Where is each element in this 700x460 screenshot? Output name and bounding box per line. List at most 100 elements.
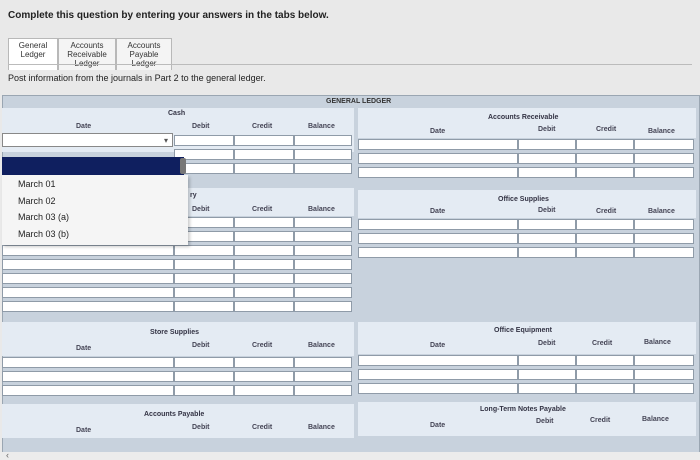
debit-input[interactable] [518,219,576,230]
balance-input[interactable] [634,383,694,394]
debit-input[interactable] [174,273,234,284]
date-input[interactable] [358,167,518,178]
date-input[interactable] [2,259,174,270]
chevron-down-icon[interactable]: ▾ [164,136,168,145]
credit-input[interactable] [234,163,294,174]
balance-input[interactable] [294,273,352,284]
balance-input[interactable] [634,369,694,380]
balance-input[interactable] [634,167,694,178]
col-date: Date [430,128,446,135]
ledger-store-supplies: Store Supplies Date Debit Credit Balance [2,322,354,396]
balance-input[interactable] [294,149,352,160]
balance-input[interactable] [634,219,694,230]
credit-input[interactable] [234,259,294,270]
date-input[interactable] [358,369,518,380]
balance-input[interactable] [294,231,352,242]
debit-input[interactable] [518,233,576,244]
credit-input[interactable] [576,369,634,380]
account-name: Accounts Payable [144,411,205,418]
date-input[interactable] [358,153,518,164]
balance-input[interactable] [294,217,352,228]
balance-input[interactable] [634,355,694,366]
account-name: Cash [168,110,186,117]
date-input[interactable] [358,233,518,244]
credit-input[interactable] [234,301,294,312]
tab-general-ledger[interactable]: General Ledger [8,38,58,70]
date-option-march-03-a[interactable]: March 03 (a) [18,212,69,222]
date-input[interactable] [2,287,174,298]
balance-input[interactable] [634,247,694,258]
debit-input[interactable] [518,139,576,150]
date-input[interactable] [2,301,174,312]
date-option-march-02[interactable]: March 02 [18,196,56,206]
credit-input[interactable] [576,139,634,150]
date-input[interactable] [358,219,518,230]
balance-input[interactable] [634,233,694,244]
debit-input[interactable] [518,167,576,178]
date-input[interactable] [358,247,518,258]
credit-input[interactable] [234,385,294,396]
date-select[interactable]: ▾ [2,133,173,147]
date-option-march-03-b[interactable]: March 03 (b) [18,229,69,239]
date-input[interactable] [2,371,174,382]
balance-input[interactable] [294,301,352,312]
debit-input[interactable] [518,355,576,366]
debit-input[interactable] [174,385,234,396]
credit-input[interactable] [234,217,294,228]
debit-input[interactable] [174,259,234,270]
credit-input[interactable] [234,287,294,298]
debit-input[interactable] [174,301,234,312]
debit-input[interactable] [174,357,234,368]
post-instruction: Post information from the journals in Pa… [8,73,266,83]
credit-input[interactable] [234,357,294,368]
credit-input[interactable] [234,149,294,160]
debit-input[interactable] [518,383,576,394]
date-input[interactable] [358,355,518,366]
debit-input[interactable] [174,245,234,256]
date-input[interactable] [2,245,174,256]
ledger-accounts-payable: Accounts Payable Date Debit Credit Balan… [2,404,354,450]
debit-input[interactable] [518,369,576,380]
debit-input[interactable] [174,371,234,382]
debit-input[interactable] [518,247,576,258]
balance-input[interactable] [294,163,352,174]
credit-input[interactable] [234,371,294,382]
tab-divider [8,64,692,65]
debit-input[interactable] [518,153,576,164]
balance-input[interactable] [634,153,694,164]
debit-input[interactable] [174,287,234,298]
date-input[interactable] [358,383,518,394]
date-input[interactable] [2,273,174,284]
tab-accounts-receivable-ledger[interactable]: Accounts Receivable Ledger [58,38,116,70]
balance-input[interactable] [294,385,352,396]
credit-input[interactable] [234,135,294,146]
balance-input[interactable] [294,245,352,256]
credit-input[interactable] [576,355,634,366]
credit-input[interactable] [576,247,634,258]
credit-input[interactable] [576,167,634,178]
col-date: Date [430,422,446,429]
credit-input[interactable] [576,153,634,164]
horizontal-scrollbar[interactable] [0,452,700,460]
credit-input[interactable] [576,383,634,394]
dropdown-highlighted-option[interactable] [2,157,184,175]
balance-input[interactable] [294,135,352,146]
credit-input[interactable] [234,273,294,284]
date-option-march-01[interactable]: March 01 [18,179,56,189]
date-input[interactable] [358,139,518,150]
scroll-left-icon[interactable]: ‹ [6,450,9,460]
balance-input[interactable] [634,139,694,150]
debit-input[interactable] [174,135,234,146]
tab-accounts-payable-ledger[interactable]: Accounts Payable Ledger [116,38,172,70]
balance-input[interactable] [294,357,352,368]
credit-input[interactable] [576,219,634,230]
credit-input[interactable] [234,231,294,242]
date-input[interactable] [2,385,174,396]
date-input[interactable] [2,357,174,368]
credit-input[interactable] [234,245,294,256]
balance-input[interactable] [294,287,352,298]
col-date: Date [76,345,92,352]
credit-input[interactable] [576,233,634,244]
balance-input[interactable] [294,371,352,382]
balance-input[interactable] [294,259,352,270]
